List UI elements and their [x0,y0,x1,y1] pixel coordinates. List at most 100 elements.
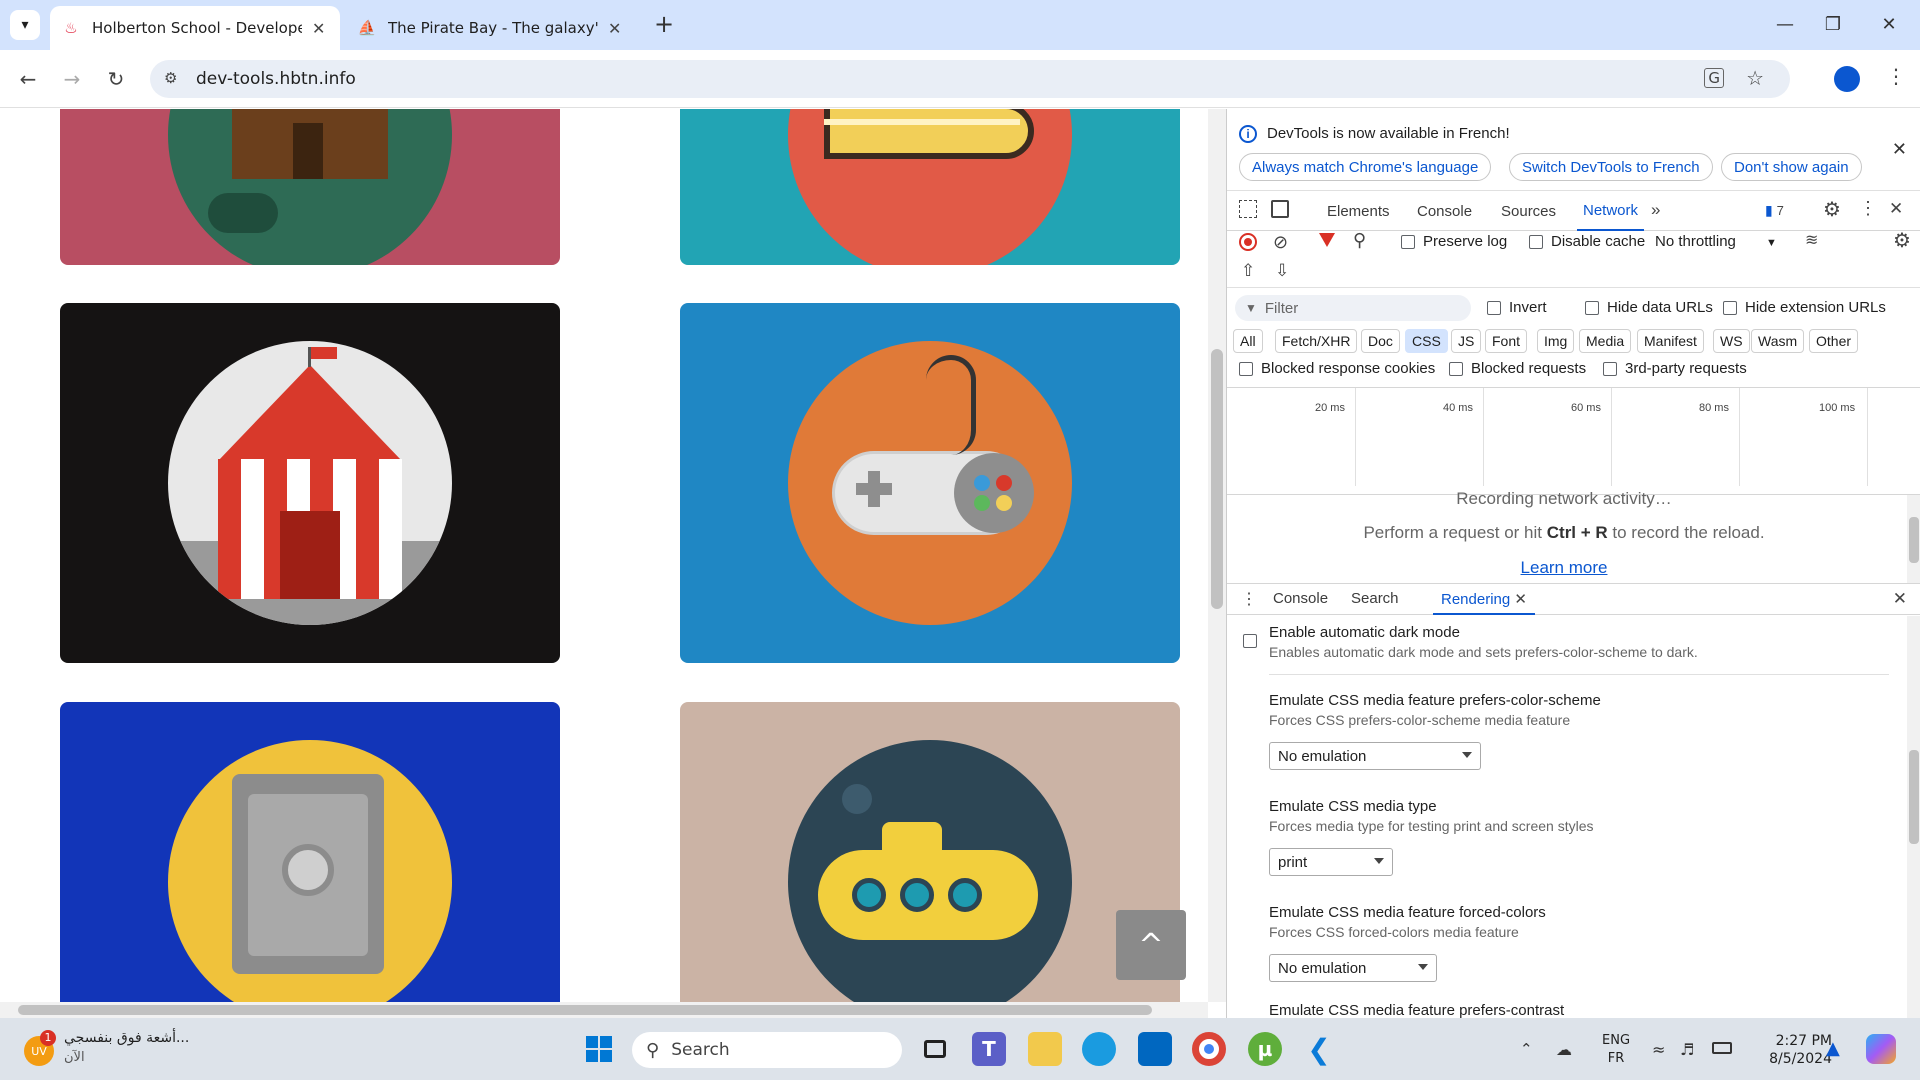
close-drawer-icon[interactable]: ✕ [1893,589,1907,609]
filter-media[interactable]: Media [1579,329,1632,353]
teams-icon[interactable]: T [972,1032,1006,1066]
network-scrollbar[interactable] [1907,495,1920,583]
hide-data-urls-checkbox[interactable]: Hide data URLs [1585,299,1713,316]
hide-extension-urls-checkbox[interactable]: Hide extension URLs [1723,299,1886,316]
preserve-log-checkbox[interactable]: Preserve log [1401,233,1507,250]
wifi-icon[interactable]: ≈ [1652,1040,1665,1059]
scroll-to-top-button[interactable]: ^ [1116,910,1186,980]
throttling-select[interactable]: No throttling ▼ [1655,233,1777,250]
forward-icon[interactable]: → [56,63,88,95]
card-book[interactable] [680,109,1180,265]
tab-elements[interactable]: Elements [1327,191,1390,231]
switch-to-french-button[interactable]: Switch DevTools to French [1509,153,1713,181]
inspect-element-icon[interactable] [1239,200,1257,218]
close-window-icon[interactable]: ✕ [1866,8,1912,40]
chrome-icon[interactable] [1192,1032,1226,1066]
filter-all[interactable]: All [1233,329,1263,353]
clock[interactable]: 2:27 PM 8/5/2024 [1752,1032,1832,1068]
filter-other[interactable]: Other [1809,329,1859,353]
file-explorer-icon[interactable] [1028,1032,1062,1066]
notifications-bell-icon[interactable]: ▲ [1826,1038,1840,1059]
color-scheme-select[interactable]: No emulation [1269,742,1481,770]
filter-css[interactable]: CSS [1405,329,1448,353]
close-infobar-icon[interactable]: ✕ [1892,139,1907,160]
tab-network[interactable]: Network [1577,191,1645,231]
dark-mode-checkbox[interactable] [1243,632,1265,649]
tab-piratebay[interactable]: ⛵ The Pirate Bay - The galaxy's m ✕ [346,6,636,50]
restore-icon[interactable]: ❐ [1810,8,1856,40]
onedrive-icon[interactable]: ☁ [1556,1040,1572,1059]
page-vertical-scrollbar[interactable] [1208,109,1226,1002]
issues-icon[interactable]: ▮ 7 [1765,202,1784,219]
edge-icon[interactable] [1082,1032,1116,1066]
tab-sources[interactable]: Sources [1501,191,1556,231]
card-submarine[interactable] [680,702,1180,1002]
drawer-menu-icon[interactable]: ⋮ [1241,589,1257,609]
tab-holberton[interactable]: ♨ Holberton School - Developer t ✕ [50,6,340,50]
filter-js[interactable]: JS [1451,329,1482,353]
taskbar-search[interactable]: ⚲ Search [632,1032,902,1068]
browser-menu-icon[interactable]: ⋮ [1886,64,1906,88]
store-icon[interactable] [1138,1032,1172,1066]
filter-funnel-icon[interactable] [1319,233,1335,247]
tab-console[interactable]: Console [1417,191,1472,231]
dont-show-again-button[interactable]: Don't show again [1721,153,1862,181]
windows-start-icon[interactable] [582,1032,616,1066]
filter-input[interactable]: ▼ Filter [1235,295,1471,321]
close-rendering-tab-icon[interactable]: ✕ [1514,591,1527,608]
more-tabs-icon[interactable]: » [1651,200,1660,220]
vscode-icon[interactable]: ❮ [1302,1032,1336,1066]
profile-avatar-icon[interactable] [1834,66,1860,92]
blocked-requests-checkbox[interactable]: Blocked requests [1449,360,1586,377]
site-info-icon[interactable]: ⚙ [164,69,177,87]
filter-wasm[interactable]: Wasm [1751,329,1805,353]
match-language-button[interactable]: Always match Chrome's language [1239,153,1492,181]
task-view-icon[interactable] [918,1032,952,1066]
drawer-tab-console[interactable]: Console [1273,590,1328,607]
close-devtools-icon[interactable]: ✕ [1889,199,1903,219]
close-tab-icon[interactable]: ✕ [312,19,325,38]
settings-gear-icon[interactable]: ⚙ [1823,197,1841,222]
learn-more-link[interactable]: Learn more [1227,558,1901,578]
filter-ws[interactable]: WS [1713,329,1750,353]
third-party-checkbox[interactable]: 3rd-party requests [1603,360,1747,377]
bookmark-star-icon[interactable]: ☆ [1746,66,1764,90]
new-tab-button[interactable]: + [650,10,678,38]
translate-icon[interactable]: G [1704,68,1724,88]
utorrent-icon[interactable]: µ [1248,1032,1282,1066]
battery-icon[interactable] [1712,1042,1732,1054]
filter-manifest[interactable]: Manifest [1637,329,1704,353]
timeline-overview[interactable]: 20 ms 40 ms 60 ms 80 ms 100 ms [1227,387,1920,495]
clear-icon[interactable]: ⊘ [1273,232,1288,253]
drawer-tab-search[interactable]: Search [1351,590,1399,607]
media-type-select[interactable]: print [1269,848,1393,876]
devtools-menu-icon[interactable]: ⋮ [1859,198,1877,219]
export-har-icon[interactable]: ⇩ [1275,261,1289,281]
blocked-cookies-checkbox[interactable]: Blocked response cookies [1239,360,1435,377]
import-har-icon[interactable]: ⇧ [1241,261,1255,281]
device-toolbar-icon[interactable] [1271,200,1289,218]
back-icon[interactable]: ← [12,63,44,95]
invert-checkbox[interactable]: Invert [1487,299,1547,316]
language-indicator[interactable]: ENG FR [1602,1032,1630,1068]
disable-cache-checkbox[interactable]: Disable cache [1529,233,1645,250]
card-cabin[interactable] [60,109,560,265]
reload-icon[interactable]: ↻ [100,63,132,95]
filter-img[interactable]: Img [1537,329,1575,353]
record-icon[interactable] [1239,233,1257,251]
close-tab-icon[interactable]: ✕ [608,19,621,38]
network-conditions-icon[interactable]: ≋ [1805,230,1818,250]
filter-font[interactable]: Font [1485,329,1528,353]
filter-doc[interactable]: Doc [1361,329,1400,353]
drawer-tab-rendering[interactable]: Rendering ✕ [1433,584,1535,615]
filter-fetch-xhr[interactable]: Fetch/XHR [1275,329,1358,353]
card-safe[interactable] [60,702,560,1002]
volume-icon[interactable]: ♬ [1680,1040,1694,1059]
card-game-controller[interactable] [680,303,1180,663]
network-settings-gear-icon[interactable]: ⚙ [1893,228,1911,253]
page-horizontal-scrollbar[interactable] [0,1002,1208,1018]
forced-colors-select[interactable]: No emulation [1269,954,1437,982]
show-hidden-icons[interactable]: ⌃ [1520,1040,1533,1058]
rendering-scrollbar[interactable] [1907,616,1920,1018]
tab-search-icon[interactable]: ▾ [10,10,40,40]
